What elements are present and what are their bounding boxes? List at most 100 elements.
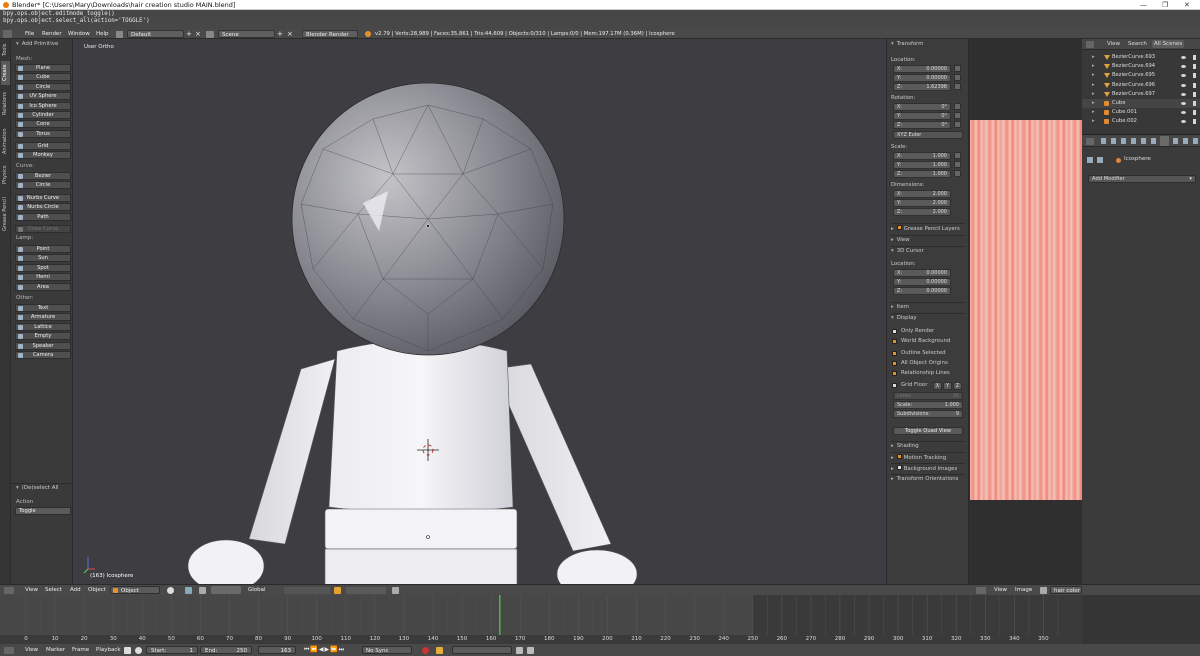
menu-add[interactable]: Add <box>70 585 81 595</box>
expand-icon[interactable]: ▸ <box>1092 62 1095 71</box>
render-engine-select[interactable]: Blender Render <box>302 30 358 38</box>
outliner-view-menu[interactable]: View <box>1107 41 1120 47</box>
menu-select[interactable]: Select <box>45 585 62 595</box>
outliner-row[interactable]: ▸ BezierCurve.693 <box>1082 53 1200 62</box>
cursor-icon[interactable] <box>1193 110 1196 116</box>
scene-tab-icon[interactable] <box>1121 138 1126 144</box>
location-x-field[interactable]: X: 0.00000 <box>893 65 951 73</box>
eye-icon[interactable] <box>1181 120 1186 124</box>
eye-icon[interactable] <box>1181 92 1186 96</box>
image-name-field[interactable]: hair color p <box>1050 586 1082 594</box>
sync-mode-select[interactable]: No Sync <box>362 646 412 654</box>
other-armature-button[interactable]: Armature <box>15 313 71 322</box>
curve-nurbs-curve-button[interactable]: Nurbs Curve <box>15 194 71 202</box>
curve-circle-button[interactable]: Circle <box>15 181 71 190</box>
outliner-row[interactable]: ▸ BezierCurve.697 <box>1082 90 1200 99</box>
eye-icon[interactable] <box>1181 65 1186 69</box>
eye-icon[interactable] <box>1181 111 1186 115</box>
add-layout-icon[interactable]: + <box>186 30 192 38</box>
lamp-spot-button[interactable]: Spot <box>15 263 71 272</box>
all-object-origins-checkbox[interactable] <box>892 361 897 366</box>
cursor-icon[interactable] <box>1193 73 1196 79</box>
mesh-uv-sphere-button[interactable]: UV Sphere <box>15 92 71 101</box>
modifiers-tab-icon[interactable] <box>1160 136 1169 146</box>
timeline-menu-marker[interactable]: Marker <box>46 644 65 656</box>
current-frame-field[interactable]: 163 <box>258 646 296 654</box>
lamp-point-button[interactable]: Point <box>15 245 71 253</box>
lamp-area-button[interactable]: Area <box>15 282 71 291</box>
scene-select[interactable]: Scene <box>218 30 275 38</box>
menu-window[interactable]: Window <box>68 30 90 38</box>
timeline-editor-icon[interactable] <box>4 647 14 654</box>
image-editor[interactable] <box>969 39 1082 584</box>
curve-bezier-button[interactable]: Bezier <box>15 172 71 180</box>
panel-header-motion-tracking[interactable]: ▸ Motion Tracking <box>891 452 965 461</box>
axis-z-toggle[interactable]: Z <box>953 382 962 390</box>
tab-physics[interactable]: Physics <box>1 161 10 189</box>
end-frame-field[interactable]: End: 250 <box>200 646 252 654</box>
layout-select[interactable]: Default <box>127 30 184 38</box>
rotation-z-field[interactable]: Z: 0° <box>893 121 951 129</box>
minimize-icon[interactable]: — <box>1140 0 1147 10</box>
image-menu-view[interactable]: View <box>994 585 1007 595</box>
other-text-button[interactable]: Text <box>15 304 71 312</box>
cursor-icon[interactable] <box>1193 55 1196 60</box>
editor-type-icon[interactable] <box>3 30 12 38</box>
expand-icon[interactable]: ▸ <box>1092 90 1095 99</box>
toggle-quad-view-button[interactable]: Toggle Quad View <box>893 427 963 435</box>
render-tab-icon[interactable] <box>1101 138 1106 144</box>
mesh-grid-button[interactable]: Grid <box>15 142 71 150</box>
grid-scale-field[interactable]: Scale: 1.000 <box>893 401 963 409</box>
time-icon[interactable] <box>135 647 142 654</box>
lock-icon[interactable] <box>954 112 961 119</box>
expand-icon[interactable]: ▸ <box>1092 99 1095 108</box>
outliner-row[interactable]: ▸ Cube.002 <box>1082 117 1200 126</box>
curve-path-button[interactable]: Path <box>15 212 71 221</box>
add-modifier-select[interactable]: Add Modifier ▾ <box>1088 175 1196 183</box>
panel-header-view[interactable]: ▸ View <box>891 235 965 243</box>
tab-create[interactable]: Create <box>1 61 10 85</box>
pin-icon[interactable] <box>1087 157 1093 163</box>
keying-set-icon[interactable] <box>436 647 443 654</box>
dimensions-x-field[interactable]: X: 2.000 <box>893 190 951 198</box>
eye-icon[interactable] <box>1181 74 1186 78</box>
transform-manipulators[interactable] <box>211 586 241 594</box>
outliner-editor-icon[interactable] <box>1086 41 1094 48</box>
menu-view[interactable]: View <box>25 585 38 595</box>
mesh-cube-button[interactable]: Cube <box>15 73 71 82</box>
expand-icon[interactable]: ▸ <box>1092 108 1095 117</box>
material-tab-icon[interactable] <box>1183 138 1188 144</box>
menu-object[interactable]: Object <box>88 585 106 595</box>
mesh-cylinder-button[interactable]: Cylinder <box>15 111 71 119</box>
texture-tab-icon[interactable] <box>1193 138 1198 144</box>
eye-icon[interactable] <box>1181 102 1186 105</box>
viewport-shading-icon[interactable] <box>167 587 174 594</box>
outliner-row[interactable]: ▸ BezierCurve.696 <box>1082 81 1200 90</box>
outliner-row[interactable]: ▸ Cube.001 <box>1082 108 1200 117</box>
mesh-plane-button[interactable]: Plane <box>15 64 71 72</box>
object-tab-icon[interactable] <box>1141 138 1146 144</box>
panel-header-transform[interactable]: ▾ Transform <box>891 41 924 47</box>
cursor-icon[interactable] <box>1193 82 1196 88</box>
mode-select[interactable]: Object Mode <box>110 586 160 602</box>
draw-curve-button[interactable]: Draw Curve <box>15 225 71 233</box>
outliner-search-menu[interactable]: Search <box>1128 41 1147 47</box>
outliner-row[interactable]: ▸ BezierCurve.695 <box>1082 71 1200 80</box>
panel-header-shading[interactable]: ▸ Shading <box>891 441 965 449</box>
cursor-icon[interactable] <box>1193 119 1196 125</box>
axis-x-toggle[interactable]: X <box>933 382 942 390</box>
properties-editor-icon[interactable] <box>1086 138 1094 145</box>
lock-icon[interactable] <box>954 74 961 81</box>
close-icon[interactable]: ✕ <box>1184 0 1190 10</box>
orientation-select[interactable]: Global <box>248 585 266 595</box>
tab-tools[interactable]: Tools <box>1 41 10 59</box>
panel-header-grease-pencil[interactable]: ▸ Grease Pencil Layers <box>891 223 965 232</box>
cursor-loc-y-field[interactable]: Y: 0.00000 <box>893 278 951 286</box>
layer-buttons-1[interactable] <box>284 587 330 594</box>
panel-header-item[interactable]: ▸ Item <box>891 302 965 310</box>
rotation-x-field[interactable]: X: 0° <box>893 103 951 111</box>
delete-scene-icon[interactable]: × <box>287 30 293 38</box>
add-scene-icon[interactable]: + <box>277 30 283 38</box>
location-y-field[interactable]: Y: 0.00000 <box>893 74 951 82</box>
grid-subdivisions-field[interactable]: Subdivisions: 9 <box>893 410 963 418</box>
